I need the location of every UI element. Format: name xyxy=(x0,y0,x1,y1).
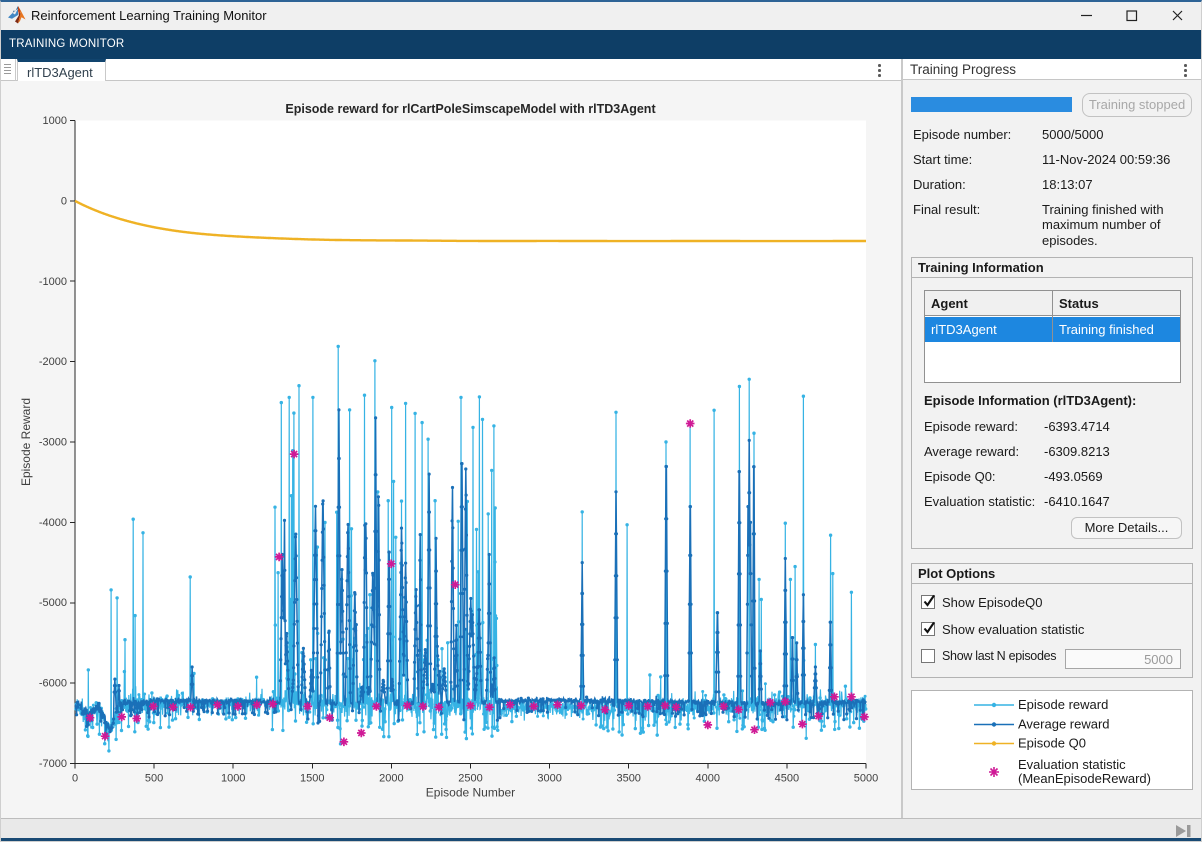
svg-text:0: 0 xyxy=(61,195,67,207)
svg-text:Episode Reward: Episode Reward xyxy=(19,398,33,486)
svg-text:1500: 1500 xyxy=(300,773,324,785)
svg-text:Episode Q0: Episode Q0 xyxy=(1018,736,1086,751)
svg-text:-6000: -6000 xyxy=(39,678,67,690)
svg-text:Evaluation statistic: Evaluation statistic xyxy=(1018,757,1126,772)
svg-text:Episode reward: Episode reward xyxy=(1018,697,1108,712)
svg-text:0: 0 xyxy=(72,773,78,785)
svg-text:Episode reward for rlCartPoleS: Episode reward for rlCartPoleSimscapeMod… xyxy=(285,102,656,116)
svg-text:-1000: -1000 xyxy=(39,276,67,288)
svg-text:500: 500 xyxy=(145,773,163,785)
svg-text:1000: 1000 xyxy=(221,773,245,785)
svg-text:4500: 4500 xyxy=(775,773,799,785)
svg-text:Average reward: Average reward xyxy=(1018,717,1110,732)
svg-text:4000: 4000 xyxy=(696,773,720,785)
svg-text:5000: 5000 xyxy=(854,773,878,785)
svg-text:3500: 3500 xyxy=(616,773,640,785)
svg-text:2000: 2000 xyxy=(379,773,403,785)
svg-text:-7000: -7000 xyxy=(39,758,67,770)
svg-text:2500: 2500 xyxy=(458,773,482,785)
svg-text:Episode Number: Episode Number xyxy=(426,786,515,800)
svg-text:-3000: -3000 xyxy=(39,437,67,449)
svg-text:-4000: -4000 xyxy=(39,517,67,529)
svg-text:-5000: -5000 xyxy=(39,597,67,609)
svg-text:3000: 3000 xyxy=(537,773,561,785)
svg-text:(MeanEpisodeReward): (MeanEpisodeReward) xyxy=(1018,771,1151,786)
svg-text:1000: 1000 xyxy=(43,115,67,127)
svg-text:-2000: -2000 xyxy=(39,356,67,368)
